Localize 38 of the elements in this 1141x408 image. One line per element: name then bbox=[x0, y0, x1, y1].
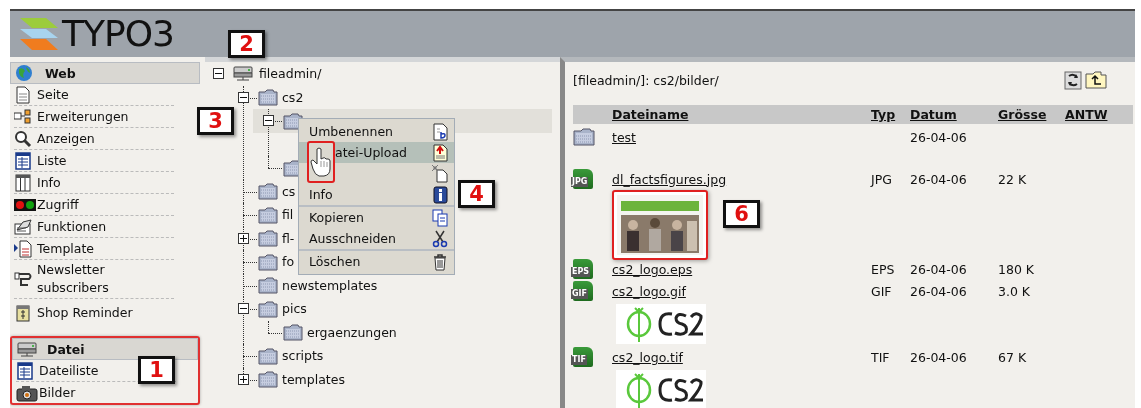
table-cell-text: GIF bbox=[871, 283, 893, 299]
table-cell-text: 67 K bbox=[998, 349, 1028, 365]
module-label: Dateiliste bbox=[39, 361, 99, 380]
module-label: Erweiterungen bbox=[37, 107, 129, 126]
module-label: Newsletter subscribers bbox=[37, 261, 110, 297]
table-cell-text: JPG bbox=[871, 171, 893, 187]
module-group-title: Web bbox=[45, 65, 76, 81]
folder-path: [fileadmin/]: cs2/bilder/ bbox=[573, 72, 719, 88]
step-number: 6 bbox=[723, 200, 760, 228]
table-cell-text: 26-04-06 bbox=[910, 283, 968, 299]
table-cell-text: EPS bbox=[871, 261, 896, 277]
module-label: Zugriff bbox=[37, 195, 79, 214]
module-label: Anzeigen bbox=[37, 129, 95, 148]
table-cell-text: 3.0 K bbox=[998, 283, 1032, 299]
table-cell-text: 180 K bbox=[998, 261, 1036, 277]
module-label: Seite bbox=[37, 85, 69, 104]
module-label: Liste bbox=[37, 151, 67, 170]
module-label: Shop Reminder bbox=[37, 304, 133, 322]
table-cell-text: TIF bbox=[871, 349, 891, 365]
step-number: 2 bbox=[228, 30, 265, 58]
table-cell-text: 26-04-06 bbox=[910, 171, 968, 187]
table-cell-text: 26-04-06 bbox=[910, 129, 968, 145]
file-type-icon: JPG bbox=[573, 169, 593, 189]
step-number: 4 bbox=[458, 180, 495, 208]
module-group-title: Datei bbox=[47, 341, 85, 357]
file-type-icon: EPS bbox=[573, 259, 593, 279]
module-label: Bilder bbox=[39, 383, 76, 402]
module-label: Template bbox=[37, 239, 95, 258]
table-cell-text: 22 K bbox=[998, 171, 1028, 187]
file-type-icon: TIF bbox=[573, 347, 593, 367]
module-label: Funktionen bbox=[37, 217, 107, 236]
step-number: 3 bbox=[197, 107, 234, 135]
module-label: Info bbox=[37, 173, 61, 192]
table-cell-text: 26-04-06 bbox=[910, 349, 968, 365]
step-number: 1 bbox=[138, 356, 175, 384]
file-type-icon: GIF bbox=[573, 281, 593, 301]
logo-text: TYPO3 bbox=[62, 16, 174, 52]
table-cell-text: 26-04-06 bbox=[910, 261, 968, 277]
